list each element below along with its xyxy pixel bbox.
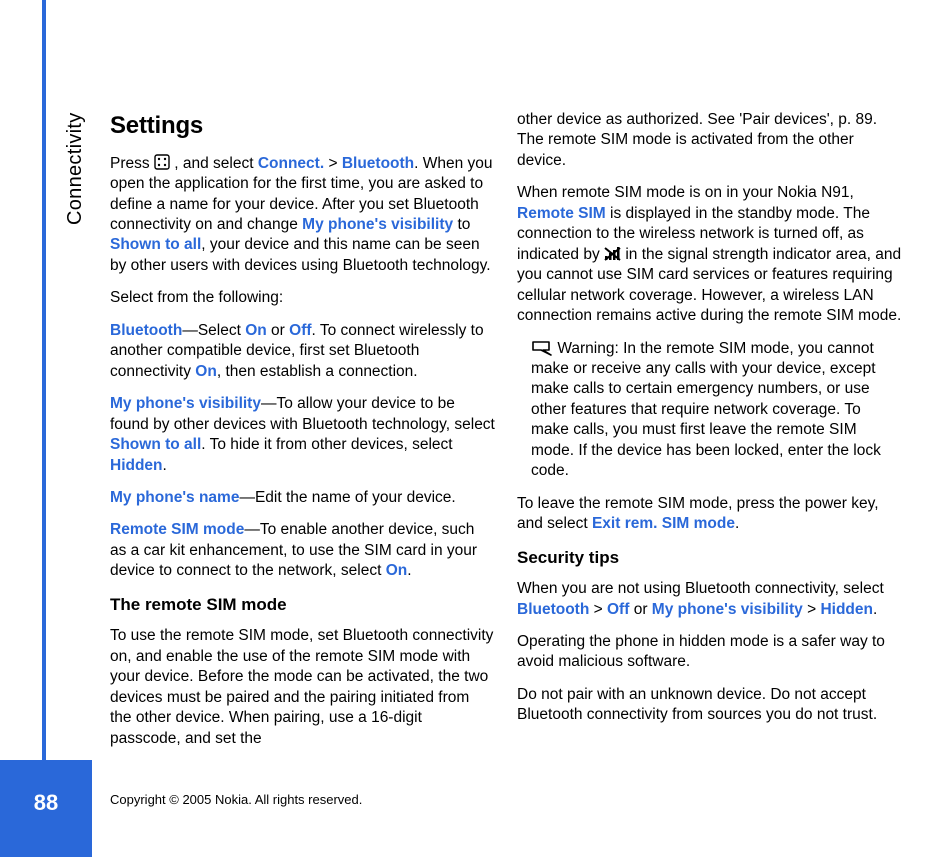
warning-icon (531, 340, 553, 357)
option-visibility: My phone's visibility (110, 395, 261, 412)
spine-accent (42, 0, 46, 857)
text: > (589, 601, 607, 618)
option-bluetooth: Bluetooth (110, 322, 182, 339)
text: . (873, 601, 877, 618)
text: to (453, 216, 470, 233)
para-visibility-option: My phone's visibility—To allow your devi… (110, 394, 495, 476)
no-signal-icon (604, 246, 621, 263)
text: > (803, 601, 821, 618)
link-visibility: My phone's visibility (652, 601, 803, 618)
link-visibility: My phone's visibility (302, 216, 453, 233)
para-security-3: Do not pair with an unknown device. Do n… (517, 685, 902, 726)
link-hidden: Hidden (820, 601, 873, 618)
para-bluetooth-option: Bluetooth—Select On or Off. To connect w… (110, 321, 495, 382)
heading-remote-sim-mode: The remote SIM mode (110, 594, 495, 616)
option-remote-sim: Remote SIM mode (110, 521, 244, 538)
text: , and select (170, 155, 258, 172)
link-connect: Connect. (258, 155, 324, 172)
para-intro: Press , and select Connect. > Bluetooth.… (110, 154, 495, 277)
para-security-2: Operating the phone in hidden mode is a … (517, 632, 902, 673)
para-remote-sim-option: Remote SIM mode—To enable another device… (110, 520, 495, 581)
para-remote-sim-indicator: When remote SIM mode is on in your Nokia… (517, 183, 902, 326)
option-phone-name: My phone's name (110, 489, 239, 506)
link-shown-to-all: Shown to all (110, 236, 201, 253)
text: > (324, 155, 342, 172)
heading-security-tips: Security tips (517, 547, 902, 569)
page-spine (0, 0, 46, 857)
para-continued: other device as authorized. See 'Pair de… (517, 110, 902, 171)
text: —Select (182, 322, 245, 339)
option-off: Off (289, 322, 311, 339)
label-remote-sim: Remote SIM (517, 205, 606, 222)
content-area: Settings Press , and select Connect. > B… (110, 110, 902, 790)
link-bluetooth: Bluetooth (342, 155, 414, 172)
text: or (629, 601, 651, 618)
para-exit-remote-sim: To leave the remote SIM mode, press the … (517, 494, 902, 535)
option-hidden: Hidden (110, 457, 163, 474)
section-label: Connectivity (64, 25, 87, 225)
page-number: 88 (0, 790, 92, 816)
para-remote-sim-desc: To use the remote SIM mode, set Bluetoot… (110, 626, 495, 749)
text: —Edit the name of your device. (239, 489, 455, 506)
option-shown-to-all: Shown to all (110, 436, 201, 453)
option-on: On (245, 322, 267, 339)
text: , then establish a connection. (217, 363, 418, 380)
heading-settings: Settings (110, 110, 495, 142)
text: . (163, 457, 167, 474)
text: When remote SIM mode is on in your Nokia… (517, 184, 854, 201)
link-exit-rem-sim: Exit rem. SIM mode (592, 515, 735, 532)
link-off: Off (607, 601, 629, 618)
link-bluetooth: Bluetooth (517, 601, 589, 618)
para-select-from: Select from the following: (110, 288, 495, 308)
text: . (407, 562, 411, 579)
para-phone-name-option: My phone's name—Edit the name of your de… (110, 488, 495, 508)
text: or (267, 322, 289, 339)
option-on: On (195, 363, 217, 380)
para-security-1: When you are not using Bluetooth connect… (517, 579, 902, 620)
text: . (735, 515, 739, 532)
column-left: Settings Press , and select Connect. > B… (110, 110, 495, 790)
menu-key-icon (154, 154, 170, 170)
warning-block: Warning: In the remote SIM mode, you can… (517, 339, 902, 482)
text: . To hide it from other devices, select (201, 436, 452, 453)
column-right: other device as authorized. See 'Pair de… (517, 110, 902, 790)
option-on: On (386, 562, 408, 579)
copyright-footer: Copyright © 2005 Nokia. All rights reser… (110, 792, 362, 807)
warning-text: Warning: In the remote SIM mode, you can… (531, 340, 881, 480)
text: Press (110, 155, 154, 172)
text: When you are not using Bluetooth connect… (517, 580, 884, 597)
